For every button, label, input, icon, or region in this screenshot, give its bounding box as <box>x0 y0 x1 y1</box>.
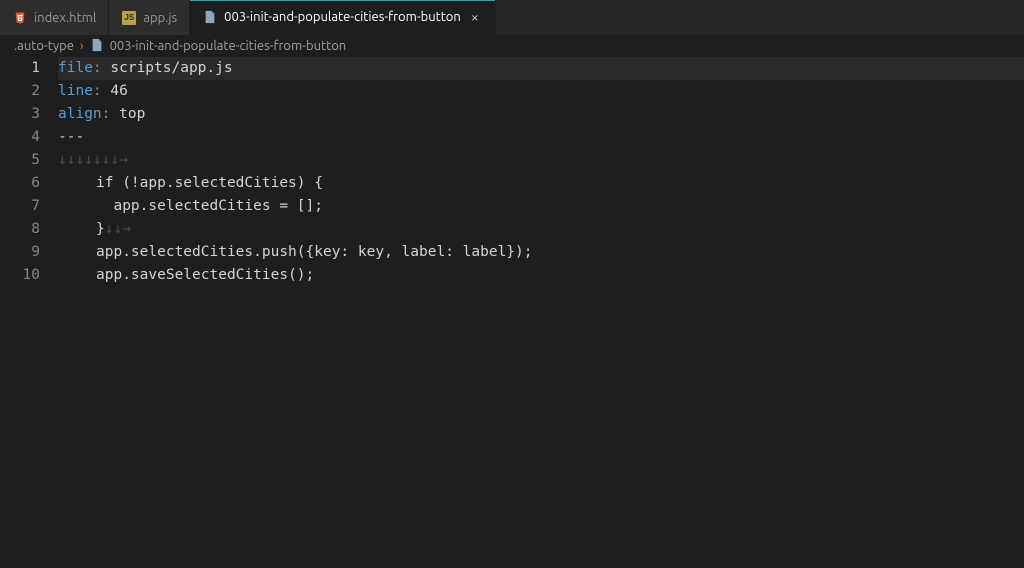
line-number: 4 <box>0 126 40 149</box>
tab-app-js[interactable]: JS app.js <box>109 0 190 35</box>
breadcrumb: .auto-type › 003-init-and-populate-citie… <box>0 35 1024 57</box>
line-number: 6 <box>0 172 40 195</box>
line-number: 2 <box>0 80 40 103</box>
line-number: 9 <box>0 241 40 264</box>
code-line[interactable]: if (!app.selectedCities) { <box>58 172 1024 195</box>
code-line[interactable]: }↓↓→ <box>58 218 1024 241</box>
code-line[interactable]: align: top <box>58 103 1024 126</box>
tab-label: app.js <box>143 11 177 25</box>
line-number-gutter: 1 2 3 4 5 6 7 8 9 10 <box>0 57 58 287</box>
tab-003-init[interactable]: 003-init-and-populate-cities-from-button… <box>190 0 496 35</box>
line-number: 5 <box>0 149 40 172</box>
breadcrumb-segment[interactable]: 003-init-and-populate-cities-from-button <box>110 39 347 53</box>
breadcrumb-segment[interactable]: .auto-type <box>14 39 74 53</box>
code-line[interactable]: app.selectedCities = []; <box>58 195 1024 218</box>
tab-index-html[interactable]: index.html <box>0 0 109 35</box>
code-line[interactable]: line: 46 <box>58 80 1024 103</box>
html5-icon <box>12 10 28 26</box>
code-line[interactable]: --- <box>58 126 1024 149</box>
js-icon: JS <box>121 10 137 26</box>
tab-label: 003-init-and-populate-cities-from-button <box>224 10 461 24</box>
code-line[interactable]: file: scripts/app.js <box>58 57 1024 80</box>
code-line[interactable]: ↓↓↓↓↓↓↓→ <box>58 149 1024 172</box>
code-content[interactable]: file: scripts/app.js line: 46 align: top… <box>58 57 1024 287</box>
document-icon <box>90 38 104 55</box>
line-number: 1 <box>0 57 40 80</box>
line-number: 10 <box>0 264 40 287</box>
line-number: 7 <box>0 195 40 218</box>
code-editor[interactable]: 1 2 3 4 5 6 7 8 9 10 file: scripts/app.j… <box>0 57 1024 287</box>
tab-bar-spacer <box>496 0 1024 35</box>
code-line[interactable]: app.selectedCities.push({key: key, label… <box>58 241 1024 264</box>
code-line[interactable]: app.saveSelectedCities(); <box>58 264 1024 287</box>
line-number: 3 <box>0 103 40 126</box>
tab-bar: index.html JS app.js 003-init-and-popula… <box>0 0 1024 35</box>
close-icon[interactable]: × <box>467 9 483 25</box>
document-icon <box>202 9 218 25</box>
tab-label: index.html <box>34 11 96 25</box>
chevron-right-icon: › <box>80 39 84 53</box>
line-number: 8 <box>0 218 40 241</box>
